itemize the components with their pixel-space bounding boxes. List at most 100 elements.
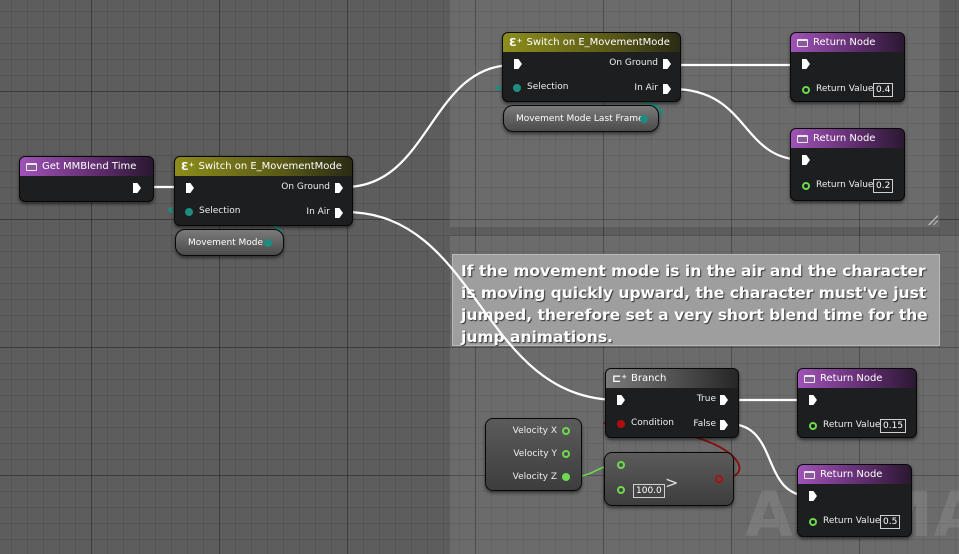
- switch-icon: Ɛ⁺: [181, 160, 195, 173]
- on-ground-pin[interactable]: [335, 183, 343, 193]
- in-air-label: In Air: [306, 207, 330, 217]
- function-icon: [26, 162, 37, 171]
- velocity-x-pin[interactable]: [562, 427, 570, 435]
- variable-output-pin[interactable]: [264, 239, 272, 247]
- movement-mode-variable[interactable]: Movement Mode: [175, 229, 284, 256]
- in-air-pin[interactable]: [335, 208, 343, 218]
- exec-in-pin[interactable]: [617, 395, 625, 405]
- return-value-label: Return Value: [823, 516, 881, 526]
- return-node-false[interactable]: Return Node Return Value 0.5: [797, 464, 912, 537]
- return-value-pin[interactable]: [809, 422, 817, 430]
- greater-than-node[interactable]: 100.0 >: [604, 452, 734, 506]
- velocity-x-label: Velocity X: [512, 426, 557, 436]
- false-row: False: [693, 419, 716, 429]
- result-pin[interactable]: [715, 475, 723, 483]
- selection-label: Selection: [199, 206, 241, 216]
- in-air-label: In Air: [634, 83, 658, 93]
- selection-row: Selection: [527, 82, 568, 92]
- velocity-z-row: Velocity Z: [513, 472, 557, 482]
- exec-out-pin[interactable]: [133, 183, 141, 193]
- in-air-row: In Air: [306, 207, 330, 217]
- node-title: Return Node: [820, 373, 883, 384]
- exec-in-pin[interactable]: [809, 491, 817, 501]
- node-title: Switch on E_MovementMode: [526, 37, 670, 48]
- variable-output-pin[interactable]: [640, 115, 648, 123]
- node-header[interactable]: Return Node: [798, 465, 911, 484]
- selection-row: Selection: [199, 206, 240, 216]
- node-title: Switch on E_MovementMode: [198, 161, 342, 172]
- return-value-label: Return Value: [823, 420, 881, 430]
- return-value-pin[interactable]: [802, 86, 810, 94]
- return-value-label: Return Value: [816, 180, 874, 190]
- branch-node[interactable]: ⊏⁺ Branch True Condition False: [605, 368, 739, 438]
- exec-wire-ground-to-switch2: [344, 63, 514, 189]
- function-icon: [804, 470, 815, 479]
- true-label: True: [696, 394, 716, 404]
- node-header[interactable]: ⊏⁺ Branch: [606, 369, 738, 388]
- return-value-pin[interactable]: [802, 182, 810, 190]
- node-header[interactable]: Return Node: [791, 33, 904, 52]
- return-value-row: Return Value: [816, 180, 873, 190]
- true-pin[interactable]: [720, 395, 728, 405]
- condition-pin[interactable]: [617, 420, 625, 428]
- branch-icon: ⊏⁺: [612, 372, 628, 385]
- exec-in-pin[interactable]: [802, 59, 810, 69]
- node-header[interactable]: Return Node: [791, 129, 904, 148]
- variable-label: Movement Mode Last Frame: [516, 113, 644, 124]
- node-title: Get MMBlend Time: [42, 161, 137, 172]
- return-value-input[interactable]: 0.4: [873, 83, 894, 97]
- velocity-y-pin[interactable]: [562, 450, 570, 458]
- false-label: False: [693, 419, 716, 429]
- node-header[interactable]: Ɛ⁺ Switch on E_MovementMode: [503, 33, 680, 52]
- input-b-value[interactable]: 100.0: [633, 484, 665, 498]
- velocity-x-row: Velocity X: [513, 426, 557, 436]
- true-row: True: [697, 394, 716, 404]
- node-header[interactable]: Get MMBlend Time: [20, 157, 153, 176]
- movement-mode-last-frame-variable[interactable]: Movement Mode Last Frame: [503, 105, 659, 132]
- return-node-ground[interactable]: Return Node Return Value 0.4: [790, 32, 905, 102]
- switch-movement-mode-last-node[interactable]: Ɛ⁺ Switch on E_MovementMode On Ground Se…: [502, 32, 681, 102]
- node-title: Branch: [631, 373, 667, 384]
- on-ground-label: On Ground: [609, 58, 658, 68]
- blueprint-graph-canvas[interactable]: If the movement mode is in the air and t…: [0, 0, 959, 554]
- operator-row: >: [665, 473, 678, 492]
- velocity-y-label: Velocity Y: [513, 449, 557, 459]
- exec-in-pin[interactable]: [186, 183, 194, 193]
- velocity-y-row: Velocity Y: [513, 449, 557, 459]
- switch-icon: Ɛ⁺: [509, 36, 523, 49]
- return-value-row: Return Value: [823, 516, 880, 526]
- return-value-input[interactable]: 0.2: [873, 179, 894, 193]
- exec-in-pin[interactable]: [802, 155, 810, 165]
- get-mm-blend-time-node[interactable]: Get MMBlend Time: [19, 156, 154, 202]
- in-air-pin[interactable]: [663, 84, 671, 94]
- on-ground-row: On Ground: [609, 58, 658, 68]
- return-node-true[interactable]: Return Node Return Value 0.15: [797, 368, 917, 438]
- return-value-input[interactable]: 0.5: [880, 515, 901, 529]
- return-value-row: Return Value: [816, 84, 873, 94]
- return-value-label: Return Value: [816, 84, 874, 94]
- input-b-pin[interactable]: [617, 486, 625, 494]
- break-velocity-node[interactable]: Velocity X Velocity Y Velocity Z: [485, 418, 582, 491]
- on-ground-pin[interactable]: [663, 59, 671, 69]
- return-value-pin[interactable]: [809, 518, 817, 526]
- exec-in-pin[interactable]: [514, 59, 522, 69]
- return-value-input[interactable]: 0.15: [880, 419, 907, 433]
- in-air-row: In Air: [634, 83, 658, 93]
- switch-movement-mode-node[interactable]: Ɛ⁺ Switch on E_MovementMode On Ground Se…: [174, 156, 353, 226]
- on-ground-row: On Ground: [281, 182, 330, 192]
- return-value-row: Return Value: [823, 420, 880, 430]
- false-pin[interactable]: [720, 420, 728, 430]
- function-icon: [797, 38, 808, 47]
- velocity-z-pin[interactable]: [562, 473, 570, 481]
- exec-in-pin[interactable]: [809, 395, 817, 405]
- node-header[interactable]: Return Node: [798, 369, 916, 388]
- return-node-air[interactable]: Return Node Return Value 0.2: [790, 128, 905, 201]
- selection-pin[interactable]: [513, 84, 521, 92]
- input-a-pin[interactable]: [617, 461, 625, 469]
- variable-label: Movement Mode: [188, 237, 264, 248]
- node-header[interactable]: Ɛ⁺ Switch on E_MovementMode: [175, 157, 352, 176]
- exec-wire-switch2-air-return: [671, 87, 805, 162]
- node-title: Return Node: [813, 37, 876, 48]
- selection-pin[interactable]: [185, 208, 193, 216]
- condition-row: Condition: [631, 418, 674, 428]
